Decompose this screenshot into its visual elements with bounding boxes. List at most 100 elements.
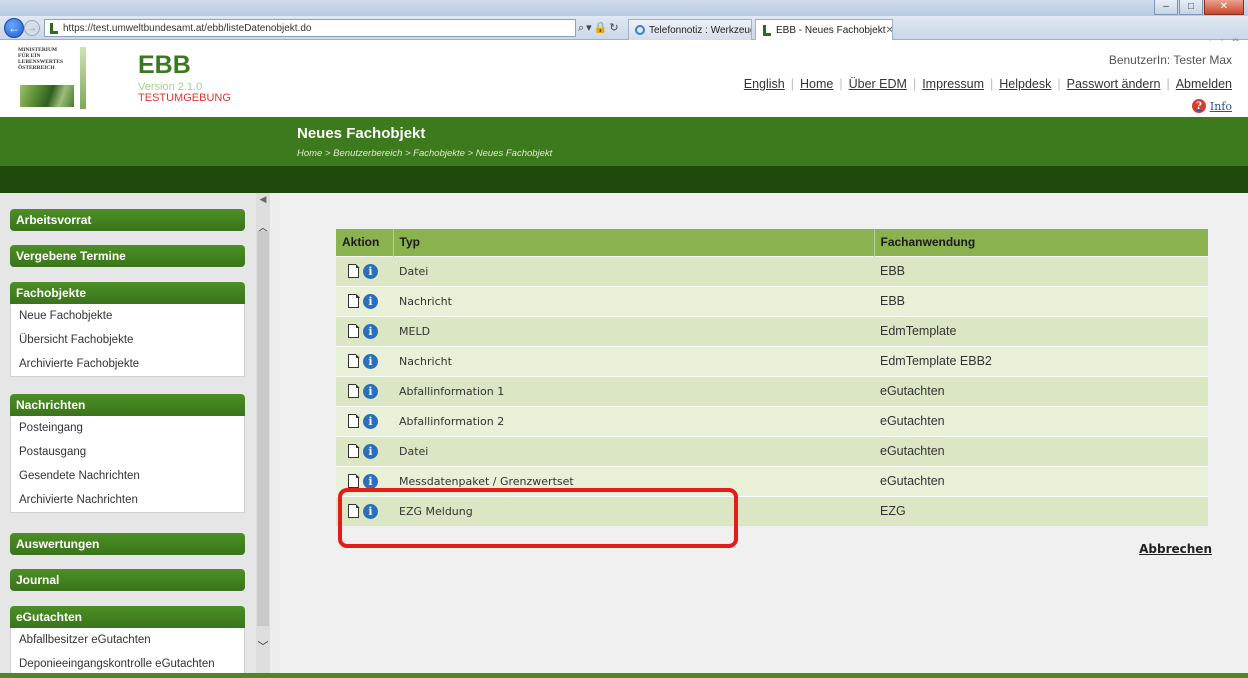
info-icon[interactable]: i: [363, 503, 378, 519]
table-header-row: Aktion Typ Fachanwendung: [336, 229, 1208, 256]
ministry-logo-image: [20, 85, 74, 107]
sidebar-item-posteingang[interactable]: Posteingang: [11, 416, 244, 440]
sidebar-item-uebersicht-fachobjekte[interactable]: Übersicht Fachobjekte: [11, 328, 244, 352]
sidebar: Arbeitsvorrat Vergebene Termine Fachobje…: [0, 193, 256, 673]
address-bar[interactable]: https://test.umweltbundesamt.at/ebb/list…: [44, 19, 576, 37]
window-controls: – □ ✕: [1154, 0, 1244, 15]
row-fachanwendung: EBB: [874, 255, 1208, 286]
tab-favicon-icon: [762, 24, 772, 36]
row-actions: i: [336, 435, 393, 466]
scroll-down-icon[interactable]: ﹀: [257, 640, 269, 654]
new-document-icon[interactable]: [348, 323, 360, 338]
sidebar-header-fachobjekte[interactable]: Fachobjekte: [10, 282, 245, 304]
new-document-icon[interactable]: [348, 473, 360, 488]
maximize-button[interactable]: □: [1179, 0, 1203, 15]
link-home[interactable]: Home: [800, 77, 833, 91]
sidebar-header-egutachten[interactable]: eGutachten: [10, 606, 245, 628]
sidebar-header-auswertungen[interactable]: Auswertungen: [10, 533, 245, 555]
tab-label: Telefonnotiz : Werkzeuge : An...: [649, 24, 751, 36]
back-arrow-icon[interactable]: ←: [4, 18, 24, 38]
link-impressum[interactable]: Impressum: [922, 77, 984, 91]
sidebar-item-archivierte-nachrichten[interactable]: Archivierte Nachrichten: [11, 488, 244, 512]
info-icon[interactable]: i: [363, 323, 378, 339]
row-fachanwendung: EdmTemplate: [874, 315, 1208, 346]
row-actions: i: [336, 255, 393, 286]
info-icon[interactable]: i: [363, 353, 378, 369]
scrollbar-thumb[interactable]: [257, 231, 269, 626]
sidebar-item-deponieeingangskontrolle-egutachten[interactable]: Deponieeingangskontrolle eGutachten: [11, 652, 244, 673]
top-navigation: English | Home | Über EDM | Impressum | Help…: [743, 77, 1232, 91]
sidebar-group-fachobjekte: Fachobjekte Neue Fachobjekte Übersicht F…: [10, 282, 245, 377]
help-icon: ?: [1191, 99, 1206, 113]
sidebar-group-auswertungen[interactable]: Auswertungen: [10, 533, 245, 555]
close-window-button[interactable]: ✕: [1204, 0, 1244, 15]
browser-tab-ebb[interactable]: EBB - Neues Fachobjekt ✕: [755, 19, 893, 40]
dark-band: [0, 166, 1248, 193]
address-tools-icons[interactable]: ⌕▾🔒↻: [578, 21, 621, 35]
row-typ: Datei: [393, 255, 874, 286]
new-document-icon[interactable]: [348, 443, 360, 458]
sidebar-item-postausgang[interactable]: Postausgang: [11, 440, 244, 464]
minimize-button[interactable]: –: [1154, 0, 1178, 15]
info-link[interactable]: ? Info: [1191, 99, 1232, 113]
row-actions: i: [336, 345, 393, 376]
info-icon[interactable]: i: [363, 383, 378, 399]
new-document-icon[interactable]: [348, 503, 360, 519]
ministry-logo-text: MINISTERIUM FÜR EIN LEBENSWERTES ÖSTERRE…: [18, 47, 64, 71]
table-row: i Messdatenpaket / Grenzwertset eGutacht…: [336, 465, 1208, 496]
table-row: i Datei eGutachten: [336, 435, 1208, 466]
sidebar-item-archivierte-fachobjekte[interactable]: Archivierte Fachobjekte: [11, 352, 244, 376]
info-icon[interactable]: i: [363, 443, 378, 459]
tab-close-icon[interactable]: ✕: [886, 25, 893, 36]
bottom-rule: [0, 673, 1248, 678]
sidebar-group-vergebene-termine[interactable]: Vergebene Termine: [10, 245, 245, 267]
row-actions: i: [336, 285, 393, 316]
info-icon[interactable]: i: [363, 263, 378, 279]
sidebar-scrollbar[interactable]: ︿ ﹀: [256, 193, 270, 673]
table-row: i Abfallinformation 2 eGutachten: [336, 405, 1208, 436]
browser-toolbar: ← → https://test.umweltbundesamt.at/ebb/…: [0, 16, 1248, 50]
sidebar-item-gesendete-nachrichten[interactable]: Gesendete Nachrichten: [11, 464, 244, 488]
link-passwort-aendern[interactable]: Passwort ändern: [1067, 77, 1161, 91]
info-icon[interactable]: i: [363, 473, 378, 489]
sidebar-header-journal[interactable]: Journal: [10, 569, 245, 591]
window-titlebar: – □ ✕: [0, 0, 1248, 16]
new-document-icon[interactable]: [348, 293, 360, 308]
collapse-sidebar-icon[interactable]: ◀: [256, 194, 270, 205]
row-fachanwendung: EZG: [874, 495, 1208, 526]
column-header-fachanwendung: Fachanwendung: [874, 229, 1208, 256]
link-english[interactable]: English: [744, 77, 785, 91]
row-typ: Abfallinformation 2: [393, 405, 874, 436]
breadcrumb: Home > Benutzerbereich > Fachobjekte > N…: [297, 148, 553, 159]
new-document-icon[interactable]: [348, 353, 360, 368]
new-document-icon[interactable]: [348, 383, 360, 398]
sidebar-group-journal[interactable]: Journal: [10, 569, 245, 591]
new-document-icon[interactable]: [348, 413, 360, 428]
row-typ: Nachricht: [393, 285, 874, 316]
sidebar-header-nachrichten[interactable]: Nachrichten: [10, 394, 245, 416]
environment-label: TESTUMGEBUNG: [138, 92, 231, 104]
info-icon[interactable]: i: [363, 293, 378, 309]
info-link-label: Info: [1209, 99, 1232, 113]
sidebar-group-nachrichten: Nachrichten Posteingang Postausgang Gese…: [10, 394, 245, 513]
new-document-icon[interactable]: [348, 263, 360, 278]
ministry-logo[interactable]: MINISTERIUM FÜR EIN LEBENSWERTES ÖSTERRE…: [18, 47, 114, 109]
sidebar-group-arbeitsvorrat[interactable]: Arbeitsvorrat: [10, 209, 245, 231]
row-typ: EZG Meldung: [393, 495, 874, 526]
table-row: i Datei EBB: [336, 255, 1208, 286]
cancel-link[interactable]: Abbrechen: [1139, 542, 1212, 556]
ministry-logo-strip: [80, 47, 86, 109]
link-helpdesk[interactable]: Helpdesk: [999, 77, 1051, 91]
sidebar-item-neue-fachobjekte[interactable]: Neue Fachobjekte: [11, 304, 244, 328]
address-url: https://test.umweltbundesamt.at/ebb/list…: [63, 22, 312, 34]
browser-tab-telefonnotiz[interactable]: Telefonnotiz : Werkzeuge : An...: [628, 19, 752, 40]
sidebar-header-arbeitsvorrat[interactable]: Arbeitsvorrat: [10, 209, 245, 231]
link-abmelden[interactable]: Abmelden: [1176, 77, 1232, 91]
link-ueber-edm[interactable]: Über EDM: [849, 77, 907, 91]
tab-page-icon: [635, 25, 645, 35]
sidebar-item-abfallbesitzer-egutachten[interactable]: Abfallbesitzer eGutachten: [11, 628, 244, 652]
column-header-aktion: Aktion: [336, 229, 394, 256]
sidebar-header-vergebene-termine[interactable]: Vergebene Termine: [10, 245, 245, 267]
info-icon[interactable]: i: [363, 413, 378, 429]
forward-arrow-icon[interactable]: →: [24, 20, 40, 36]
